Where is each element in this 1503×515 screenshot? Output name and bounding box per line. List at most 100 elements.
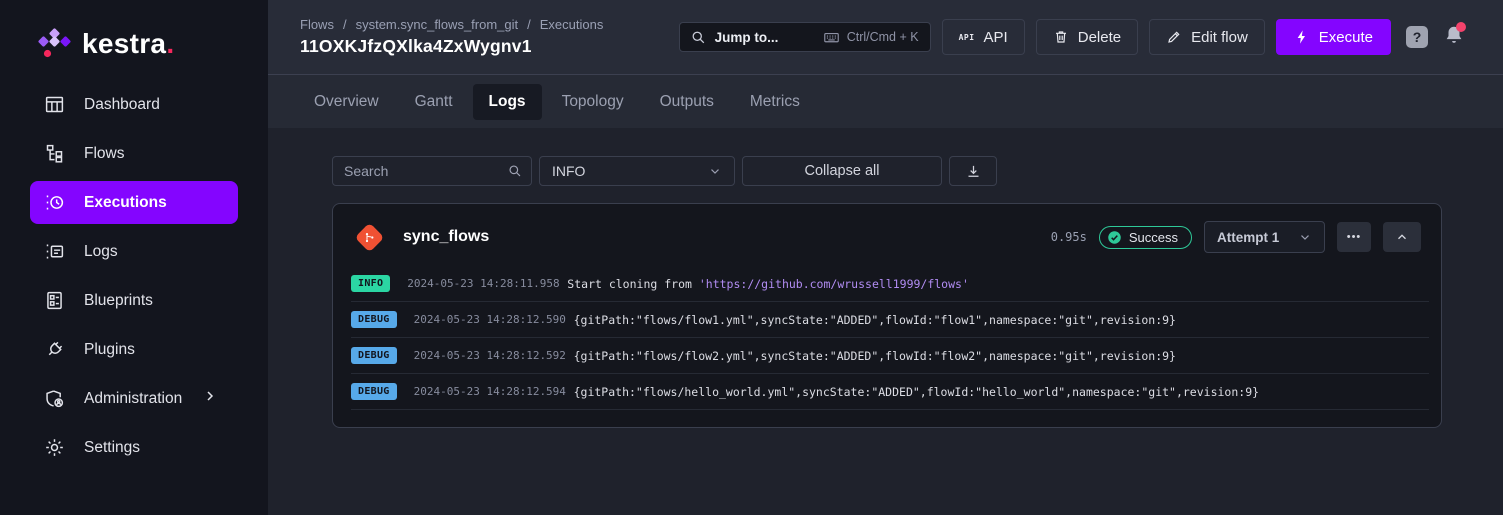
- top-header: Flows / system.sync_flows_from_git / Exe…: [268, 0, 1503, 74]
- breadcrumb-separator: /: [527, 17, 531, 32]
- sidebar-item-dashboard[interactable]: Dashboard: [0, 80, 268, 129]
- delete-button[interactable]: Delete: [1036, 19, 1138, 55]
- lightning-bolt-icon: [1294, 29, 1310, 45]
- jump-to-label: Jump to...: [715, 30, 779, 45]
- log-level-select[interactable]: INFO: [539, 156, 735, 186]
- sidebar-item-label: Administration: [84, 390, 182, 408]
- log-row[interactable]: DEBUG 2024-05-23 14:28:12.590 {gitPath:"…: [351, 302, 1429, 338]
- jump-to-search[interactable]: Jump to... Ctrl/Cmd + K: [679, 22, 931, 52]
- page-title: 11OXKJfzQXlka4ZxWygnv1: [300, 36, 603, 57]
- brand-name: kestra.: [82, 28, 174, 60]
- sidebar-item-flows[interactable]: Flows: [0, 129, 268, 178]
- breadcrumb-executions[interactable]: Executions: [540, 17, 604, 32]
- log-row[interactable]: INFO 2024-05-23 14:28:11.958 Start cloni…: [351, 266, 1429, 302]
- edit-flow-button[interactable]: Edit flow: [1149, 19, 1265, 55]
- download-icon: [966, 164, 981, 179]
- task-log-card: sync_flows 0.95s Success Attempt 1 •••: [332, 203, 1442, 428]
- sidebar-item-plugins[interactable]: Plugins: [0, 325, 268, 374]
- task-duration: 0.95s: [1051, 230, 1087, 244]
- log-level-badge: DEBUG: [351, 311, 397, 328]
- sidebar-item-label: Dashboard: [84, 96, 160, 114]
- attempt-value: Attempt 1: [1217, 230, 1279, 245]
- sidebar-item-settings[interactable]: Settings: [0, 423, 268, 472]
- shield-account-icon: [44, 388, 65, 409]
- sidebar-item-label: Flows: [84, 145, 124, 163]
- header-actions: Jump to... Ctrl/Cmd + K API API Delete: [679, 19, 1465, 55]
- keyboard-icon: [823, 29, 840, 46]
- log-message: {gitPath:"flows/flow2.yml",syncState:"AD…: [574, 349, 1176, 363]
- power-plug-icon: [44, 339, 65, 360]
- search-input[interactable]: [332, 156, 532, 186]
- log-message-link[interactable]: 'https://github.com/wrussell1999/flows': [699, 277, 969, 291]
- timeline-clock-icon: [44, 192, 65, 213]
- tab-logs[interactable]: Logs: [473, 84, 542, 120]
- log-rows: INFO 2024-05-23 14:28:11.958 Start cloni…: [333, 266, 1441, 427]
- dashboard-icon: [44, 94, 65, 115]
- breadcrumb-namespace[interactable]: system.sync_flows_from_git: [356, 17, 519, 32]
- more-actions-button[interactable]: •••: [1337, 222, 1371, 252]
- sidebar-item-administration[interactable]: Administration: [0, 374, 268, 423]
- breadcrumb-flows[interactable]: Flows: [300, 17, 334, 32]
- log-timestamp: 2024-05-23 14:28:12.590: [414, 313, 574, 326]
- timeline-text-icon: [44, 241, 65, 262]
- search-icon: [508, 164, 522, 178]
- sidebar-item-executions[interactable]: Executions: [30, 181, 238, 224]
- log-row[interactable]: DEBUG 2024-05-23 14:28:12.594 {gitPath:"…: [351, 374, 1429, 410]
- sidebar-nav: Dashboard Flows Executions Logs Blueprin…: [0, 80, 268, 472]
- notification-badge-dot: [1456, 22, 1466, 32]
- keyboard-shortcut: Ctrl/Cmd + K: [823, 29, 919, 46]
- search-icon: [691, 30, 706, 45]
- collapse-all-button[interactable]: Collapse all: [742, 156, 942, 186]
- notifications-button[interactable]: [1443, 24, 1465, 51]
- main-area: Flows / system.sync_flows_from_git / Exe…: [268, 0, 1503, 515]
- tab-outputs[interactable]: Outputs: [644, 84, 730, 120]
- help-button[interactable]: ?: [1406, 26, 1428, 48]
- tab-topology[interactable]: Topology: [546, 84, 640, 120]
- brand-dot: .: [166, 28, 174, 59]
- log-row[interactable]: DEBUG 2024-05-23 14:28:12.592 {gitPath:"…: [351, 338, 1429, 374]
- log-message: {gitPath:"flows/hello_world.yml",syncSta…: [574, 385, 1259, 399]
- log-timestamp: 2024-05-23 14:28:11.958: [407, 277, 567, 290]
- sidebar-item-logs[interactable]: Logs: [0, 227, 268, 276]
- log-timestamp: 2024-05-23 14:28:12.592: [414, 349, 574, 362]
- log-message: {gitPath:"flows/flow1.yml",syncState:"AD…: [574, 313, 1176, 327]
- api-chip-icon: API: [959, 33, 975, 42]
- sidebar-item-label: Executions: [84, 194, 167, 212]
- file-tree-icon: [44, 143, 65, 164]
- logs-content: INFO Collapse all sync_flows 0.95s: [268, 128, 1503, 515]
- attempt-select[interactable]: Attempt 1: [1204, 221, 1325, 253]
- task-header-controls: 0.95s Success Attempt 1 •••: [1051, 221, 1421, 253]
- task-card-header: sync_flows 0.95s Success Attempt 1 •••: [333, 204, 1441, 266]
- kestra-logo[interactable]: kestra.: [0, 0, 268, 60]
- api-button[interactable]: API API: [942, 19, 1025, 55]
- collapse-card-button[interactable]: [1383, 222, 1421, 252]
- tab-bar: Overview Gantt Logs Topology Outputs Met…: [268, 74, 1503, 128]
- title-block: Flows / system.sync_flows_from_git / Exe…: [300, 17, 603, 57]
- tab-metrics[interactable]: Metrics: [734, 84, 816, 120]
- sidebar-item-label: Logs: [84, 243, 118, 261]
- log-level-badge: INFO: [351, 275, 390, 292]
- breadcrumb: Flows / system.sync_flows_from_git / Exe…: [300, 17, 603, 32]
- tab-gantt[interactable]: Gantt: [399, 84, 469, 120]
- kestra-logo-icon: [36, 28, 72, 60]
- task-name: sync_flows: [403, 228, 489, 246]
- search-field-wrap: [332, 156, 532, 186]
- gear-icon: [44, 437, 65, 458]
- log-message: Start cloning from 'https://github.com/w…: [567, 277, 969, 291]
- status-badge[interactable]: Success: [1099, 226, 1192, 249]
- sidebar: kestra. Dashboard Flows Executions Logs …: [0, 0, 268, 515]
- ballot-icon: [44, 290, 65, 311]
- chevron-down-icon: [708, 164, 722, 178]
- log-level-value: INFO: [552, 163, 585, 179]
- execute-button[interactable]: Execute: [1276, 19, 1391, 55]
- git-icon: [355, 222, 385, 252]
- tab-overview[interactable]: Overview: [298, 84, 395, 120]
- status-label: Success: [1129, 230, 1178, 245]
- chevron-right-icon: [202, 388, 218, 409]
- check-circle-icon: [1107, 230, 1122, 245]
- trash-icon: [1053, 29, 1069, 45]
- sidebar-item-label: Blueprints: [84, 292, 153, 310]
- breadcrumb-separator: /: [343, 17, 347, 32]
- download-logs-button[interactable]: [949, 156, 997, 186]
- sidebar-item-blueprints[interactable]: Blueprints: [0, 276, 268, 325]
